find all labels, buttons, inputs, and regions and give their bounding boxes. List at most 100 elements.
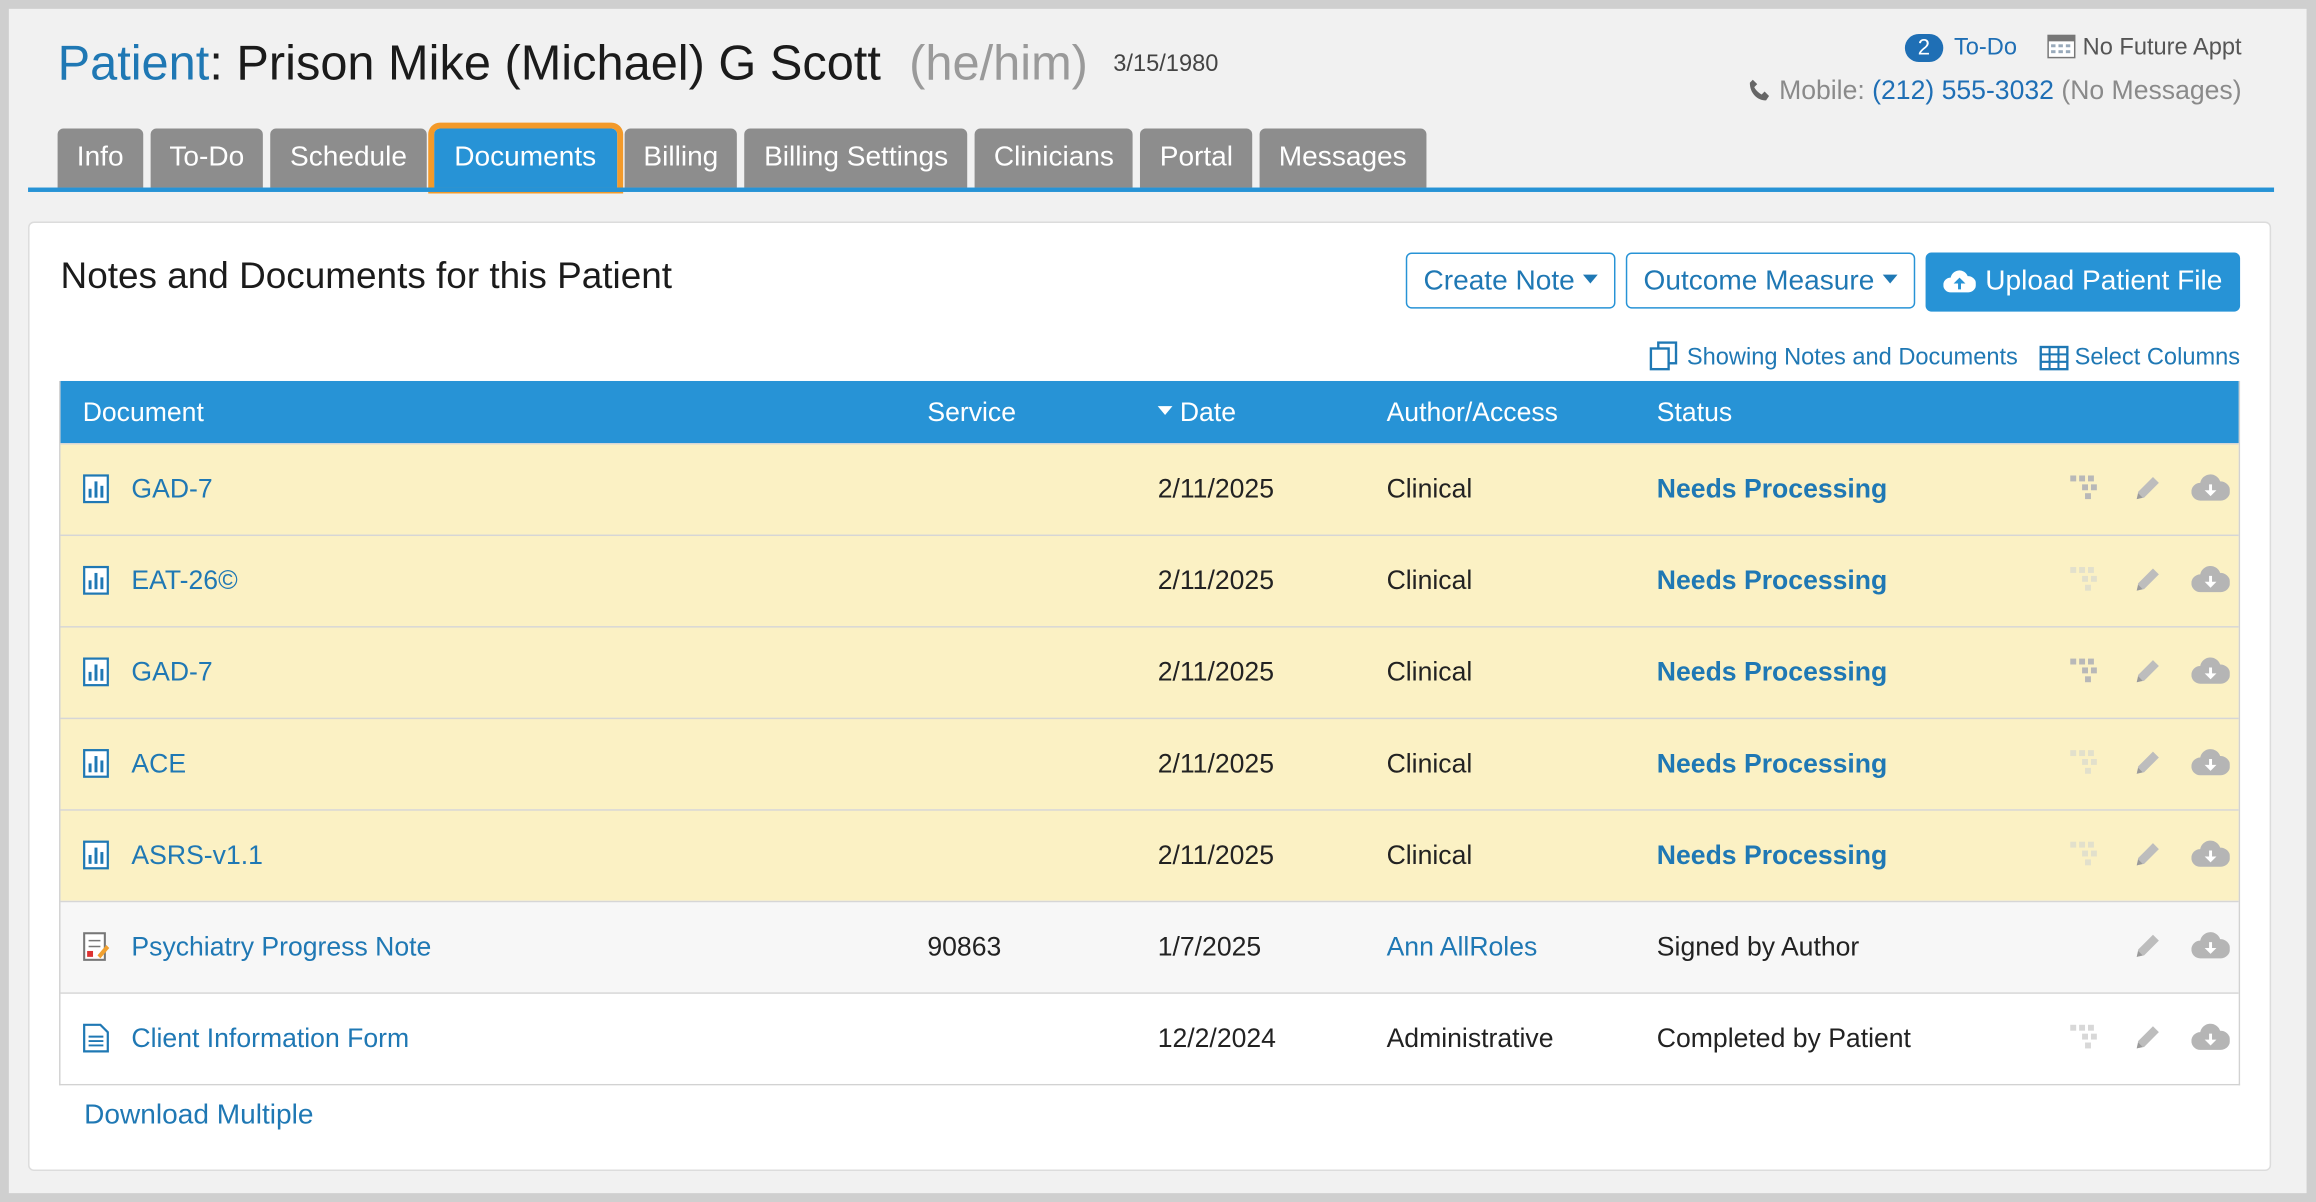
upload-label: Upload Patient File [1985,265,2223,297]
copy-icon [1650,341,1678,371]
document-name[interactable]: EAT-26© [131,566,237,597]
table-row[interactable]: Psychiatry Progress Note 90863 1/7/2025 … [60,900,2239,993]
edit-pencil-icon[interactable] [2132,1023,2162,1060]
patient-tabs: Info To-Do Schedule Documents Billing Bi… [57,122,1426,194]
cloud-download-icon[interactable] [2191,840,2231,877]
phone-icon [1748,75,1779,105]
header-summary: 2 To-Do No Future Appt Mobile: (212) 555… [1748,32,2242,106]
col-status[interactable]: Status [1657,397,1732,428]
document-status: Signed by Author [1656,931,1860,962]
table-row[interactable]: ACE 2/11/2025 Clinical Needs Processing [60,717,2239,810]
edit-pencil-icon[interactable] [2132,932,2162,969]
table-icon [2039,345,2069,371]
edit-pencil-icon[interactable] [2132,474,2162,511]
hierarchy-icon[interactable] [2069,474,2101,511]
tab-documents[interactable]: Documents [427,122,623,194]
cloud-download-icon[interactable] [2191,1023,2231,1060]
tab-clinicians[interactable]: Clinicians [974,128,1134,188]
edit-pencil-icon[interactable] [2132,840,2162,877]
select-columns-link[interactable]: Select Columns [2039,346,2240,371]
document-date: 2/11/2025 [1157,565,1274,596]
mobile-number[interactable]: (212) 555-3032 [1872,75,2054,105]
download-multiple-link[interactable]: Download Multiple [84,1100,313,1132]
messages-note: (No Messages) [2061,75,2242,105]
chevron-down-icon [1883,274,1898,284]
document-status: Completed by Patient [1656,1023,1911,1053]
table-row[interactable]: GAD-7 2/11/2025 Clinical Needs Processin… [60,626,2239,718]
chart-icon [83,565,110,603]
cloud-upload-icon [1943,270,1977,293]
tab-underline [28,187,2275,192]
cloud-download-icon[interactable] [2191,657,2231,694]
document-status[interactable]: Needs Processing [1657,840,1887,871]
create-note-button[interactable]: Create Note [1405,252,1617,309]
cloud-download-icon[interactable] [2191,565,2231,603]
hierarchy-icon[interactable] [2069,657,2101,694]
todo-count-badge[interactable]: 2 [1904,33,1944,63]
document-date: 2/11/2025 [1157,748,1274,779]
table-row[interactable]: ASRS-v1.1 2/11/2025 Clinical Needs Proce… [60,809,2239,901]
patient-name: : Prison Mike (Michael) G Scott [209,35,881,91]
patient-title: Patient: Prison Mike (Michael) G Scott (… [58,35,1219,91]
document-name[interactable]: Psychiatry Progress Note [131,932,431,963]
author-access: Clinical [1386,840,1473,870]
author-access: Clinical [1386,474,1473,504]
showing-notes-link[interactable]: Showing Notes and Documents [1649,341,2025,371]
edit-pencil-icon[interactable] [2132,566,2162,603]
author-access: Clinical [1386,565,1473,596]
form-icon [83,1023,110,1060]
cloud-download-icon[interactable] [2191,749,2231,786]
tab-info[interactable]: Info [57,128,143,188]
cloud-download-icon[interactable] [2191,474,2231,511]
tab-todo[interactable]: To-Do [150,128,264,188]
document-status[interactable]: Needs Processing [1657,566,1887,597]
cloud-download-icon[interactable] [2191,932,2231,969]
outcome-measure-button[interactable]: Outcome Measure [1625,252,1916,309]
document-date: 2/11/2025 [1157,474,1274,504]
table-row[interactable]: GAD-7 2/11/2025 Clinical Needs Processin… [60,442,2239,535]
patient-dob: 3/15/1980 [1113,51,1219,77]
table-row[interactable]: Client Information Form 12/2/2024 Admini… [60,992,2239,1084]
todo-link[interactable]: To-Do [1954,35,2017,60]
tab-portal[interactable]: Portal [1140,128,1253,188]
col-author[interactable]: Author/Access [1387,397,1558,428]
document-date: 12/2/2024 [1157,1023,1276,1053]
col-date[interactable]: Date [1157,397,1237,428]
hierarchy-icon[interactable] [2069,1023,2101,1060]
edit-pencil-icon[interactable] [2132,749,2162,786]
col-date-label: Date [1179,397,1237,427]
table-row[interactable]: EAT-26© 2/11/2025 Clinical Needs Process… [60,534,2239,627]
outcome-measure-label: Outcome Measure [1643,265,1875,297]
author-access[interactable]: Ann AllRoles [1387,932,1538,963]
col-service[interactable]: Service [927,397,1016,428]
hierarchy-icon[interactable] [2069,566,2101,603]
edit-pencil-icon[interactable] [2132,657,2162,694]
document-name[interactable]: ACE [131,749,186,780]
col-document[interactable]: Document [83,397,204,428]
document-name[interactable]: Client Information Form [131,1023,409,1054]
upload-patient-file-button[interactable]: Upload Patient File [1926,252,2241,312]
document-name[interactable]: GAD-7 [131,657,212,688]
document-date: 2/11/2025 [1157,840,1274,870]
author-access: Clinical [1386,657,1473,687]
document-status[interactable]: Needs Processing [1657,474,1887,505]
mobile-label: Mobile: [1779,75,1865,105]
chart-icon [83,657,110,694]
panel-title: Notes and Documents for this Patient [60,255,673,297]
chart-icon [83,840,110,877]
documents-table: Document Service Date Author/Access Stat… [59,380,2241,1086]
calendar-icon [2047,32,2077,66]
tab-billing-settings[interactable]: Billing Settings [744,128,968,188]
document-status[interactable]: Needs Processing [1657,749,1887,780]
hierarchy-icon[interactable] [2069,749,2101,786]
document-date: 1/7/2025 [1157,931,1262,962]
tab-billing[interactable]: Billing [624,128,738,188]
document-name[interactable]: GAD-7 [131,474,212,505]
service-code: 90863 [927,931,1002,962]
document-name[interactable]: ASRS-v1.1 [131,840,262,871]
tab-messages[interactable]: Messages [1259,128,1426,188]
hierarchy-icon[interactable] [2069,840,2101,877]
table-header: Document Service Date Author/Access Stat… [60,380,2239,443]
tab-schedule[interactable]: Schedule [270,128,427,188]
document-status[interactable]: Needs Processing [1657,657,1887,688]
